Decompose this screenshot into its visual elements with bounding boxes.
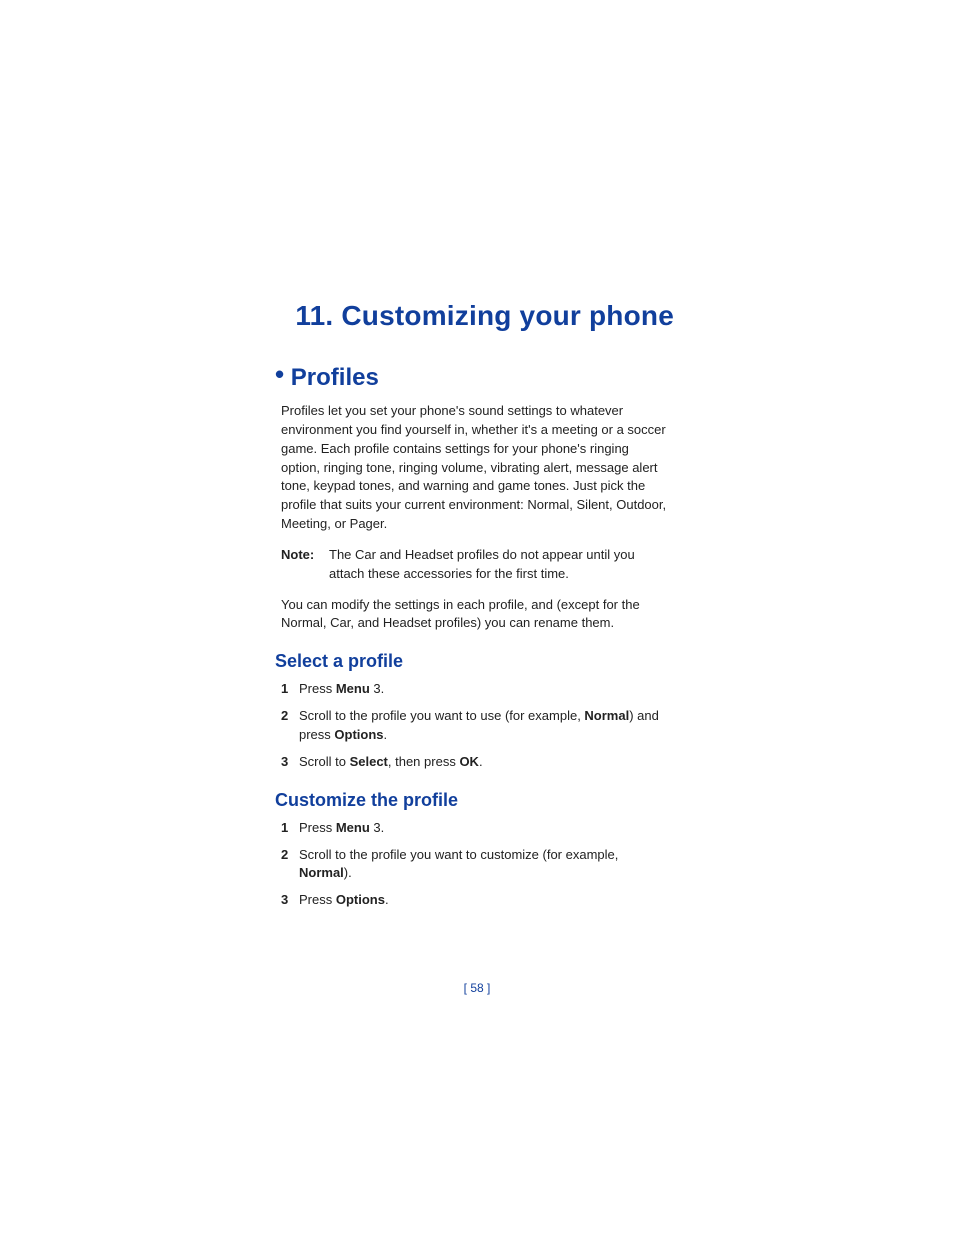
after-note-text: You can modify the settings in each prof…: [281, 596, 668, 634]
customize-profile-heading: Customize the profile: [275, 790, 674, 811]
note-row: Note: The Car and Headset profiles do no…: [281, 546, 668, 584]
note-text: The Car and Headset profiles do not appe…: [329, 546, 668, 584]
chapter-title: 11. Customizing your phone: [275, 300, 674, 332]
step-text: Scroll to the profile you want to use (f…: [299, 707, 668, 745]
list-item: 2 Scroll to the profile you want to cust…: [281, 846, 668, 884]
step-text: Press Options.: [299, 891, 668, 910]
section-profiles-title: • Profiles: [275, 364, 674, 392]
step-text: Press Menu 3.: [299, 680, 668, 699]
step-number: 1: [281, 680, 299, 699]
select-profile-heading: Select a profile: [275, 651, 674, 672]
list-item: 3 Press Options.: [281, 891, 668, 910]
list-item: 1 Press Menu 3.: [281, 819, 668, 838]
step-number: 2: [281, 707, 299, 745]
bullet-icon: •: [275, 359, 284, 389]
page-content: 11. Customizing your phone • Profiles Pr…: [0, 0, 954, 910]
step-number: 3: [281, 891, 299, 910]
step-number: 3: [281, 753, 299, 772]
step-text: Scroll to Select, then press OK.: [299, 753, 668, 772]
list-item: 2 Scroll to the profile you want to use …: [281, 707, 668, 745]
step-text: Press Menu 3.: [299, 819, 668, 838]
step-text: Scroll to the profile you want to custom…: [299, 846, 668, 884]
list-item: 1 Press Menu 3.: [281, 680, 668, 699]
section-title-text: Profiles: [291, 364, 379, 391]
profiles-intro: Profiles let you set your phone's sound …: [281, 402, 668, 534]
page-number: [ 58 ]: [0, 981, 954, 995]
note-label: Note:: [281, 546, 329, 584]
step-number: 2: [281, 846, 299, 884]
step-number: 1: [281, 819, 299, 838]
list-item: 3 Scroll to Select, then press OK.: [281, 753, 668, 772]
